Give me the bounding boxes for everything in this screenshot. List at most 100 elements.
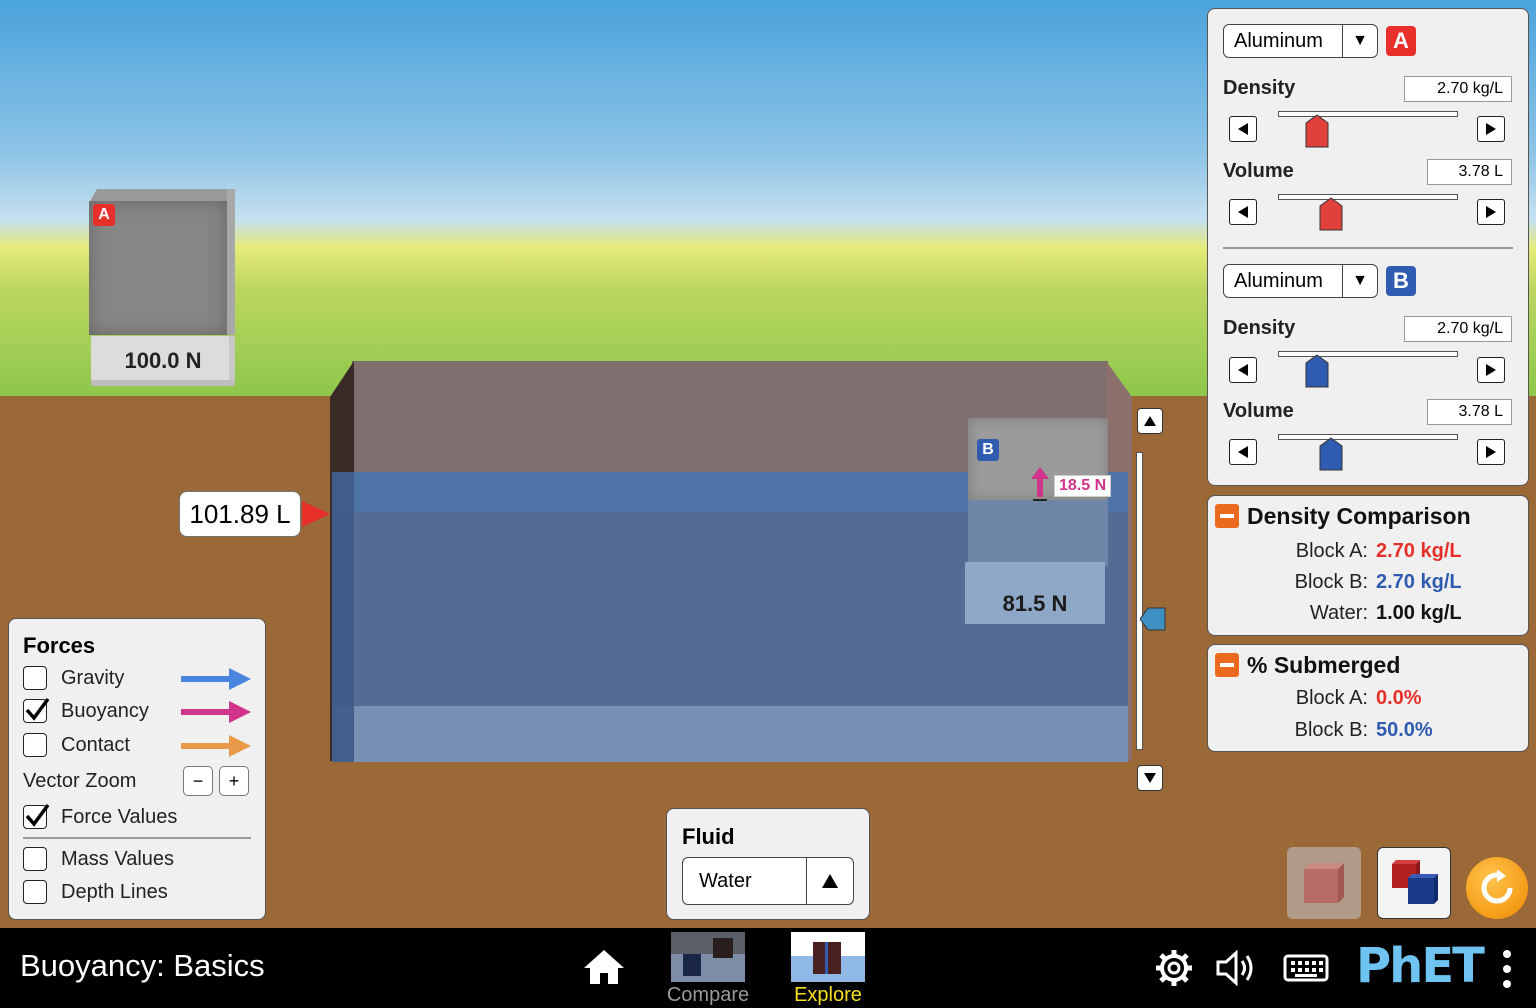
fluid-title: Fluid [682, 824, 735, 849]
block-a-density-increment[interactable] [1477, 116, 1505, 142]
block-b-volume-increment[interactable] [1477, 439, 1505, 465]
compare-screen-icon [671, 932, 745, 982]
fluid-panel: Fluid Water [666, 808, 870, 920]
checkbox-box[interactable] [23, 666, 47, 690]
row-label: Block A: [1295, 540, 1368, 562]
explore-screen-icon [791, 932, 865, 982]
collapse-button[interactable] [1215, 504, 1239, 528]
depth-lines-checkbox[interactable]: Depth Lines [23, 880, 168, 904]
more-options-icon[interactable] [1500, 948, 1514, 990]
forces-panel: Forces Gravity Buoyancy Contact Vector Z… [8, 618, 266, 920]
audio-speaker-icon[interactable] [1214, 948, 1260, 988]
block-b-density-increment[interactable] [1477, 357, 1505, 383]
mass-values-checkbox[interactable]: Mass Values [23, 847, 174, 871]
block-b-volume-decrement[interactable] [1229, 439, 1257, 465]
volume-pointer-icon[interactable] [302, 501, 330, 527]
pool-volume-readout: 101.89 L [179, 491, 301, 537]
row-value: 2.70 kg/L [1376, 571, 1462, 593]
fluid-select[interactable]: Water [682, 857, 854, 905]
two-cubes-icon [1392, 860, 1438, 904]
block-a-volume-thumb[interactable] [1319, 197, 1343, 231]
block-b-volume-thumb[interactable] [1319, 437, 1343, 471]
density-row-a: Block A: 2.70 kg/L [1208, 536, 1530, 567]
zoom-out-button[interactable]: − [183, 766, 213, 796]
block-a-side-face [227, 189, 235, 335]
buoyancy-checkbox[interactable]: Buoyancy [23, 697, 149, 723]
screen-explore-label[interactable]: Explore [768, 984, 888, 1007]
block-a-panel-badge: A [1386, 26, 1416, 56]
block-a-material-select[interactable]: Aluminum ▼ [1223, 24, 1378, 58]
pool-height-thumb[interactable] [1140, 607, 1166, 631]
scale-a-reading: 100.0 N [124, 348, 202, 373]
block-a-density-label: Density [1223, 77, 1296, 99]
material-control-panel: Aluminum ▼ A Density 2.70 kg/L Volume 3.… [1207, 8, 1529, 486]
checkbox-box[interactable] [23, 803, 50, 829]
block-b-material-select[interactable]: Aluminum ▼ [1223, 264, 1378, 298]
buoyancy-force-value: 18.5 N [1054, 475, 1112, 497]
app-title: Buoyancy: Basics [20, 948, 265, 983]
gravity-arrow-icon [181, 668, 251, 690]
depth-lines-label: Depth Lines [61, 880, 168, 903]
reset-all-button[interactable] [1466, 857, 1528, 919]
checkbox-box[interactable] [23, 880, 47, 904]
pool-height-track[interactable] [1136, 452, 1143, 750]
reset-icon [1481, 870, 1513, 904]
pool-height-down-button[interactable] [1137, 765, 1163, 791]
density-row-water: Water: 1.00 kg/L [1208, 598, 1530, 629]
block-a-volume-label: Volume [1223, 160, 1294, 182]
phet-logo[interactable]: PhET [1356, 938, 1485, 994]
divider [23, 837, 251, 839]
checkbox-box[interactable] [23, 697, 50, 723]
chevron-down-icon: ▼ [1342, 25, 1377, 57]
fluid-select-value: Water [699, 869, 752, 892]
checkmark-icon [25, 697, 50, 721]
two-blocks-button[interactable] [1377, 847, 1451, 919]
contact-arrow-icon [181, 735, 251, 757]
checkbox-box[interactable] [23, 733, 47, 757]
scale-a[interactable]: 100.0 N [91, 336, 235, 386]
keyboard-icon[interactable] [1283, 952, 1329, 984]
triangle-right-icon [1486, 123, 1496, 135]
single-block-button[interactable] [1287, 847, 1361, 919]
settings-gear-icon[interactable] [1154, 948, 1194, 988]
block-a[interactable]: A [89, 201, 227, 335]
row-label: Water: [1309, 602, 1368, 624]
block-b-volume-track[interactable] [1278, 434, 1458, 440]
contact-checkbox[interactable]: Contact [23, 733, 130, 757]
screen-explore-thumbnail[interactable] [791, 932, 865, 987]
buoyancy-arrow-icon [1031, 467, 1049, 501]
row-value: 1.00 kg/L [1376, 602, 1462, 624]
zoom-in-button[interactable]: + [219, 766, 249, 796]
checkbox-box[interactable] [23, 847, 47, 871]
triangle-down-icon [1144, 773, 1156, 783]
collapse-button[interactable] [1215, 653, 1239, 677]
vector-zoom-label: Vector Zoom [23, 770, 137, 792]
block-a-volume-increment[interactable] [1477, 199, 1505, 225]
percent-submerged-title: % Submerged [1247, 652, 1401, 678]
submerged-row-a: Block A: 0.0% [1208, 682, 1530, 714]
block-b-badge: B [977, 439, 999, 461]
screen-compare-label[interactable]: Compare [648, 984, 768, 1007]
submerged-row-b: Block B: 50.0% [1208, 714, 1530, 746]
scale-b[interactable]: 81.5 N [965, 562, 1105, 624]
home-icon[interactable] [582, 948, 626, 986]
triangle-left-icon [1238, 123, 1248, 135]
force-values-checkbox[interactable]: Force Values [23, 803, 177, 829]
row-value: 2.70 kg/L [1376, 540, 1462, 562]
gravity-label: Gravity [61, 666, 125, 689]
block-a-density-value: 2.70 kg/L [1404, 76, 1512, 102]
density-comparison-panel: Density Comparison Block A: 2.70 kg/L Bl… [1207, 495, 1529, 636]
block-b-density-thumb[interactable] [1305, 354, 1329, 388]
gravity-checkbox[interactable]: Gravity [23, 666, 124, 690]
pool-height-up-button[interactable] [1137, 408, 1163, 434]
block-b-volume-value: 3.78 L [1427, 399, 1512, 425]
row-label: Block B: [1294, 718, 1368, 741]
block-b-density-decrement[interactable] [1229, 357, 1257, 383]
block-a-volume-decrement[interactable] [1229, 199, 1257, 225]
checkmark-icon [25, 803, 50, 827]
screen-compare-thumbnail[interactable] [671, 932, 745, 987]
block-a-density-decrement[interactable] [1229, 116, 1257, 142]
block-a-volume-track[interactable] [1278, 194, 1458, 200]
block-a-density-thumb[interactable] [1305, 114, 1329, 148]
triangle-left-icon [1238, 364, 1248, 376]
